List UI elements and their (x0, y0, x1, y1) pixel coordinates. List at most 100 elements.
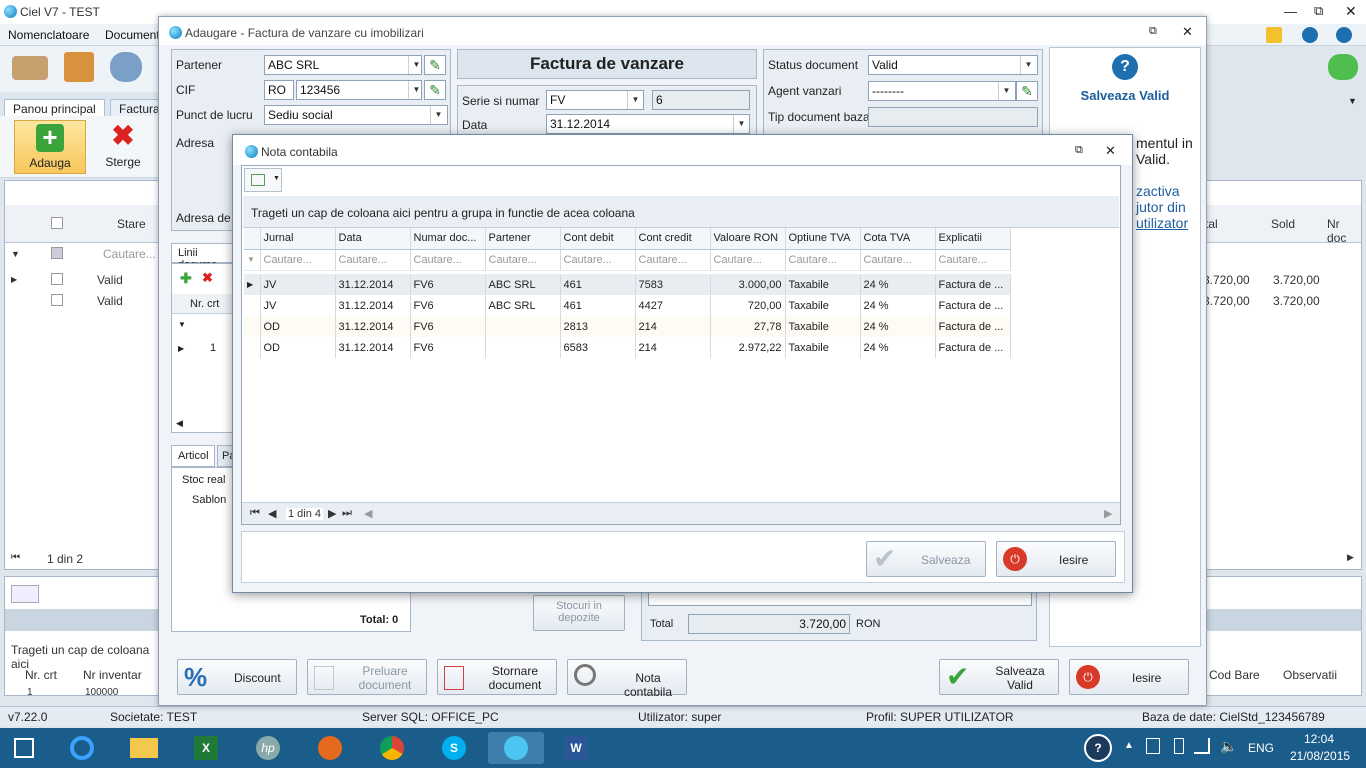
restore-icon[interactable]: ⧉ (1314, 3, 1323, 19)
discount-button[interactable]: % Discount (177, 659, 297, 695)
firefox-icon[interactable] (310, 732, 350, 764)
column-valoare-ron[interactable]: Valoare RON (710, 228, 786, 250)
column-nr-doc[interactable]: Nr doc (1327, 217, 1361, 245)
row-selector[interactable] (244, 337, 261, 358)
filter-jurnal[interactable]: Cautare... (260, 249, 336, 271)
nota-contabila-button[interactable]: Nota contabila (567, 659, 687, 699)
network-icon[interactable] (1194, 738, 1210, 754)
column-optiune-tva[interactable]: Optiune TVA (785, 228, 861, 250)
cell-explicatii[interactable]: Factura de ... (935, 295, 1011, 316)
pager-first-icon[interactable]: ⏮ (11, 552, 20, 563)
scroll-left-icon[interactable]: ◀ (364, 507, 372, 520)
clock-time[interactable]: 12:04 (1304, 732, 1334, 746)
cell-valoare-ron[interactable]: 3.000,00 (710, 274, 786, 295)
cell-cont-debit[interactable]: 461 (560, 295, 636, 316)
cell-cont-credit[interactable]: 214 (635, 316, 711, 337)
restore-icon[interactable]: ⧉ (1149, 25, 1157, 38)
close-icon[interactable]: ✕ (1345, 3, 1357, 20)
cell-data[interactable]: 31.12.2014 (335, 337, 411, 358)
row-state[interactable]: Valid (97, 294, 123, 308)
chevron-down-icon[interactable]: ▼ (733, 115, 749, 133)
table-row[interactable]: OD 31.12.2014 FV6 6583 214 2.972,22 Taxa… (244, 337, 1011, 358)
column-nr-crt[interactable]: Nr. crt (190, 298, 219, 310)
select-all-checkbox[interactable] (51, 217, 63, 229)
start-windows-icon[interactable] (4, 732, 44, 764)
column-explicatii[interactable]: Explicatii (935, 228, 1011, 250)
cell-cont-debit[interactable]: 461 (560, 274, 636, 295)
cif-field[interactable]: 123456 (296, 80, 422, 100)
cell-valoare-ron[interactable]: 2.972,22 (710, 337, 786, 358)
filter-partener[interactable]: Cautare... (485, 249, 561, 271)
filter-cota-tva[interactable]: Cautare... (860, 249, 936, 271)
cell-explicatii[interactable]: Factura de ... (935, 337, 1011, 358)
reverse-document-button[interactable]: Stornare document (437, 659, 557, 695)
column-stare[interactable]: Stare (117, 217, 146, 231)
cell-partener[interactable] (485, 337, 561, 358)
cell-numar-doc[interactable]: FV6 (410, 295, 486, 316)
row-state[interactable]: Valid (97, 273, 123, 287)
excel-icon[interactable]: X (186, 732, 226, 764)
row-selector[interactable] (244, 316, 261, 337)
cell-optiune-tva[interactable]: Taxabile (785, 337, 861, 358)
cell-cont-credit[interactable]: 214 (635, 337, 711, 358)
cell-data[interactable]: 31.12.2014 (335, 316, 411, 337)
column-cont-credit[interactable]: Cont credit (635, 228, 711, 250)
users-icon[interactable] (110, 52, 142, 82)
word-icon[interactable]: W (556, 732, 596, 764)
row-checkbox[interactable] (51, 273, 63, 285)
observations-field[interactable] (648, 592, 1032, 606)
cell-numar-doc[interactable]: FV6 (410, 337, 486, 358)
pager-next-icon[interactable]: ▶ (328, 507, 336, 520)
table-row[interactable]: ▶ JV 31.12.2014 FV6 ABC SRL 461 7583 3.0… (244, 274, 1011, 295)
status-field[interactable]: Valid (868, 55, 1038, 75)
inventory-box-icon[interactable] (64, 52, 94, 82)
cell-cont-credit[interactable]: 7583 (635, 274, 711, 295)
cell-data[interactable]: 31.12.2014 (335, 274, 411, 295)
workpoint-field[interactable]: Sediu social (264, 105, 448, 125)
table-row[interactable]: OD 31.12.2014 FV6 2813 214 27,78 Taxabil… (244, 316, 1011, 337)
edit-agent-icon[interactable]: ✎ (1016, 81, 1038, 101)
help-link[interactable]: utilizator (1136, 215, 1188, 231)
partner-field[interactable]: ABC SRL (264, 55, 422, 75)
cell-cont-credit[interactable]: 4427 (635, 295, 711, 316)
column-cota-tva[interactable]: Cota TVA (860, 228, 936, 250)
chevron-down-icon[interactable]: ▼ (998, 82, 1014, 100)
chat-icon[interactable] (1328, 54, 1358, 80)
filter-numar-doc[interactable]: Cautare... (410, 249, 486, 271)
cell-jurnal[interactable]: JV (260, 295, 336, 316)
row-selector[interactable] (244, 295, 261, 316)
skype-icon[interactable]: S (434, 732, 474, 764)
agent-field[interactable]: -------- (868, 81, 1016, 101)
column-observatii[interactable]: Observatii (1283, 668, 1337, 682)
info-icon[interactable] (1302, 27, 1318, 43)
chrome-icon[interactable] (372, 732, 412, 764)
tab-article[interactable]: Articol (171, 445, 215, 467)
chevron-down-icon[interactable]: ▼ (1020, 56, 1036, 74)
filter-cont-debit[interactable]: Cautare... (560, 249, 636, 271)
pager-prev-icon[interactable]: ◀ (268, 507, 276, 520)
file-explorer-icon[interactable] (124, 732, 164, 764)
cell-cota-tva[interactable]: 24 % (860, 316, 936, 337)
close-icon[interactable]: ✕ (1105, 143, 1116, 159)
internet-explorer-icon[interactable] (62, 732, 102, 764)
delete-line-icon[interactable]: ✖ (202, 270, 213, 286)
cell-partener[interactable]: ABC SRL (485, 274, 561, 295)
action-center-icon[interactable] (1146, 738, 1160, 754)
column-numar-doc[interactable]: Numar doc... (410, 228, 486, 250)
save-button[interactable]: ✔ Salveaza (866, 541, 986, 577)
take-document-button[interactable]: Preluare document (307, 659, 427, 695)
line-nr[interactable]: 1 (210, 342, 216, 354)
filter-cont-credit[interactable]: Cautare... (635, 249, 711, 271)
filter-valoare-ron[interactable]: Cautare... (710, 249, 786, 271)
chevron-down-icon[interactable]: ▼ (627, 91, 643, 109)
cell-jurnal[interactable]: JV (260, 274, 336, 295)
column-sold[interactable]: Sold (1271, 217, 1295, 231)
column-cont-debit[interactable]: Cont debit (560, 228, 636, 250)
save-valid-button[interactable]: ✔ Salveaza Valid (939, 659, 1059, 695)
cell-jurnal[interactable]: OD (260, 337, 336, 358)
help-icon[interactable] (1336, 27, 1352, 43)
volume-icon[interactable]: 🔈 (1220, 738, 1237, 755)
close-icon[interactable]: ✕ (1182, 24, 1193, 40)
restore-icon[interactable]: ⧉ (1075, 144, 1083, 157)
cell-valoare-ron[interactable]: 720,00 (710, 295, 786, 316)
